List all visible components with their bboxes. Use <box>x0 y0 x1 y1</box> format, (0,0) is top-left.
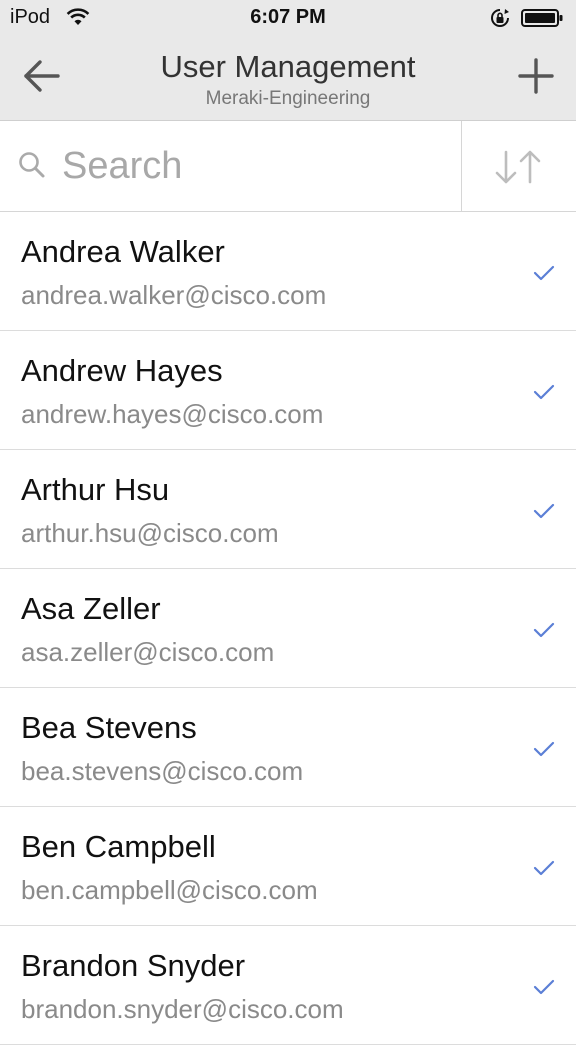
rotation-lock-icon <box>491 9 509 27</box>
user-list-item[interactable]: Asa Zeller asa.zeller@cisco.com <box>0 569 576 688</box>
page-title: User Management <box>160 49 416 84</box>
plus-icon <box>518 58 554 94</box>
user-name: Ben Campbell <box>21 829 216 864</box>
user-name: Arthur Hsu <box>21 472 170 507</box>
search-icon <box>19 152 45 178</box>
sort-down-up-icon <box>495 150 541 184</box>
battery-icon <box>521 9 563 27</box>
checkmark-icon <box>533 384 555 400</box>
user-list-item[interactable]: Andrea Walker andrea.walker@cisco.com <box>0 212 576 331</box>
user-email: asa.zeller@cisco.com <box>21 637 275 667</box>
user-list-item[interactable]: Ben Campbell ben.campbell@cisco.com <box>0 807 576 926</box>
user-email: andrea.walker@cisco.com <box>21 280 327 310</box>
checkmark-icon <box>533 741 555 757</box>
checkmark-icon <box>533 860 555 876</box>
user-email: andrew.hayes@cisco.com <box>21 399 324 429</box>
sort-button[interactable] <box>490 148 546 186</box>
user-name: Asa Zeller <box>21 591 161 626</box>
user-name: Andrea Walker <box>21 234 225 269</box>
user-list-item[interactable]: Arthur Hsu arthur.hsu@cisco.com <box>0 450 576 569</box>
user-list-item[interactable]: Andrew Hayes andrew.hayes@cisco.com <box>0 331 576 450</box>
nav-header: iPod 6:07 PM User Management Meraki-Engi… <box>0 0 576 121</box>
checkmark-icon <box>533 622 555 638</box>
user-list-item[interactable]: Brandon Snyder brandon.snyder@cisco.com <box>0 926 576 1045</box>
search-bar <box>0 121 576 212</box>
checkmark-icon <box>533 503 555 519</box>
user-list-item[interactable]: Bea Stevens bea.stevens@cisco.com <box>0 688 576 807</box>
status-bar: iPod 6:07 PM <box>0 0 576 38</box>
user-email: bea.stevens@cisco.com <box>21 756 304 786</box>
user-name: Bea Stevens <box>21 710 197 745</box>
user-email: brandon.snyder@cisco.com <box>21 994 344 1024</box>
page-subtitle: Meraki-Engineering <box>205 88 371 109</box>
checkmark-icon <box>533 265 555 281</box>
add-user-button[interactable] <box>512 52 560 100</box>
user-list: Andrea Walker andrea.walker@cisco.com Andr… <box>0 212 576 1045</box>
user-email: arthur.hsu@cisco.com <box>21 518 279 548</box>
user-name: Andrew Hayes <box>21 353 223 388</box>
divider <box>461 121 462 211</box>
checkmark-icon <box>533 979 555 995</box>
search-input[interactable] <box>62 141 442 191</box>
user-name: Brandon Snyder <box>21 948 246 983</box>
user-email: ben.campbell@cisco.com <box>21 875 318 905</box>
